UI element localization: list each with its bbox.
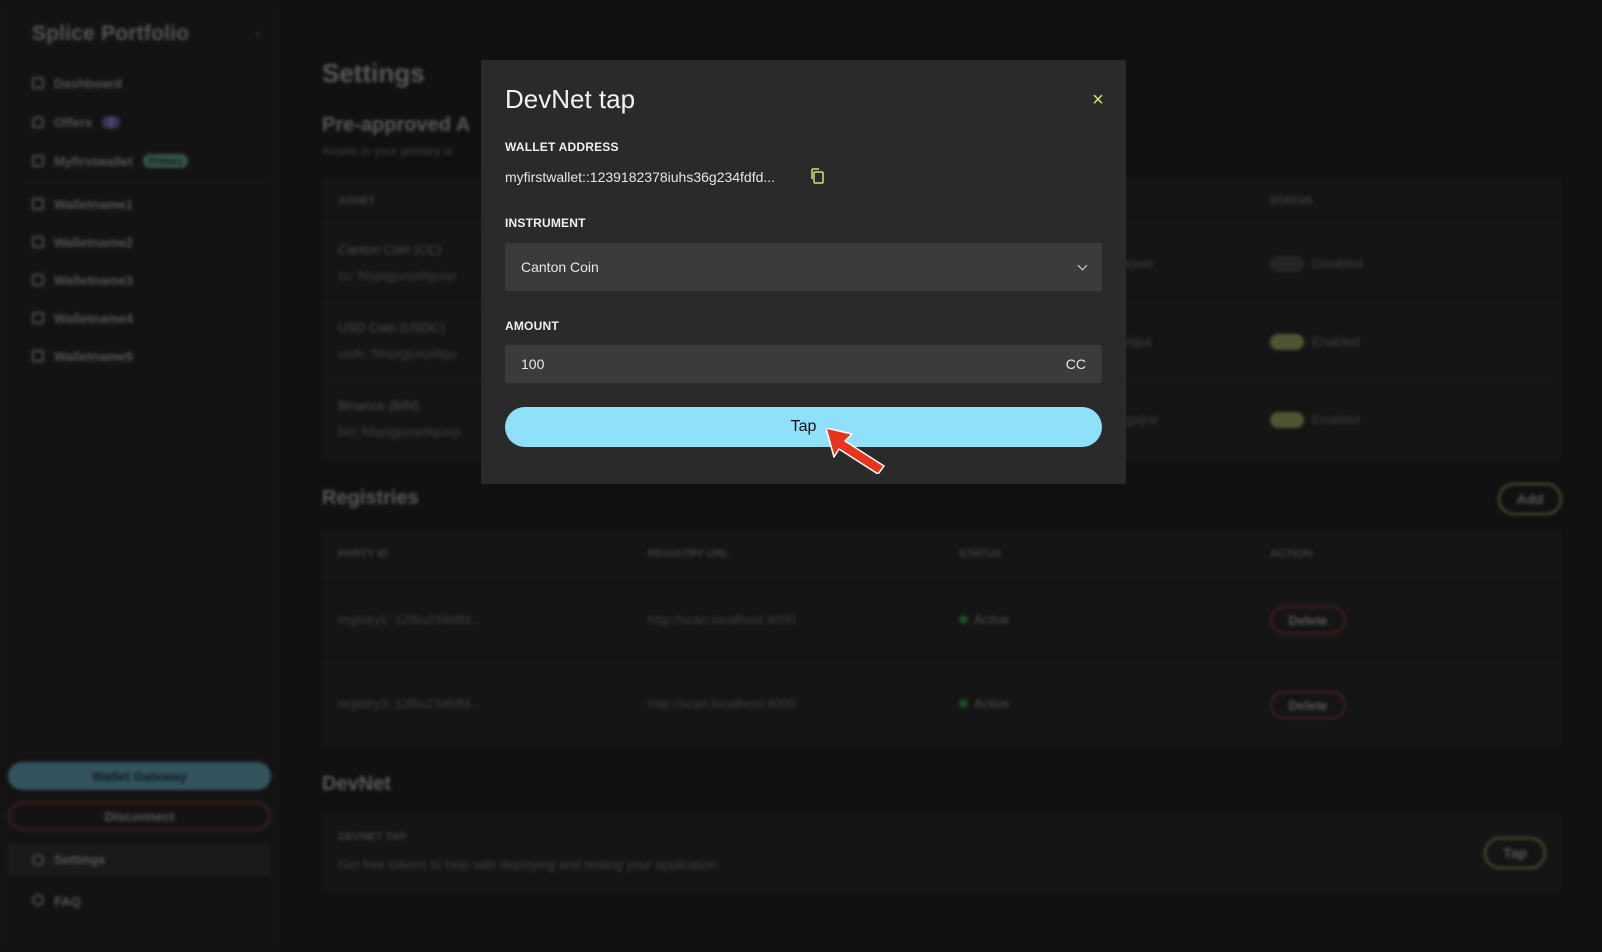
wallet-address-value: myfirstwallet::1239182378iuhs36g234fdfd.… [505,169,776,185]
devnet-tap-modal: DevNet tap × WALLET ADDRESS myfirstwalle… [481,60,1126,484]
modal-title: DevNet tap [505,84,636,114]
amount-input[interactable] [521,356,1021,372]
wallet-address-label: WALLET ADDRESS [505,140,619,154]
instrument-label: INSTRUMENT [505,216,586,230]
instrument-selected-value: Canton Coin [521,259,599,275]
chevron-down-icon [1077,260,1088,270]
amount-unit: CC [1065,356,1086,372]
instrument-select[interactable]: Canton Coin [505,243,1102,291]
amount-field[interactable]: CC [505,345,1102,383]
amount-label: AMOUNT [505,319,559,333]
tap-button[interactable]: Tap [505,407,1102,447]
pointer-arrow-icon [826,428,885,474]
copy-icon[interactable] [810,168,824,189]
close-icon[interactable]: × [1086,88,1110,112]
